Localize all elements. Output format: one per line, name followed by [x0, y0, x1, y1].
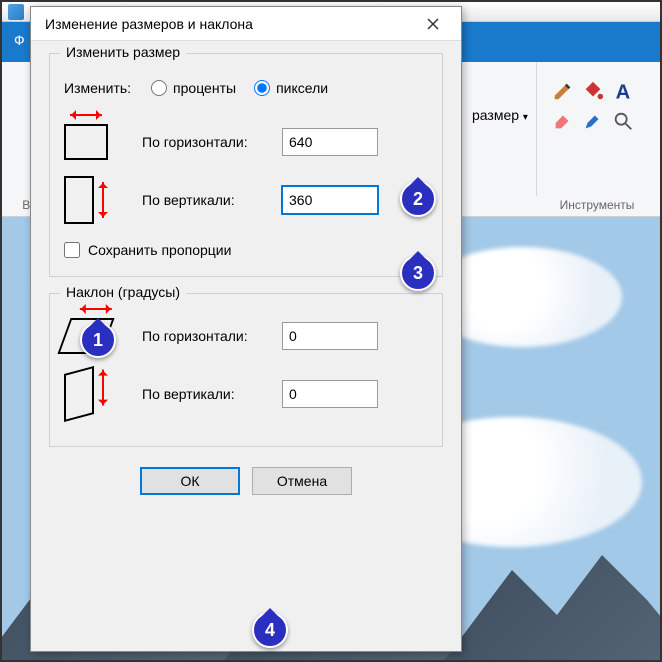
- vertical-input[interactable]: [282, 186, 378, 214]
- paint-app-icon: [8, 4, 24, 20]
- horizontal-label: По горизонтали:: [142, 133, 282, 151]
- eraser-icon[interactable]: [552, 110, 574, 132]
- callout-1: 1: [80, 322, 116, 358]
- callout-4: 4: [252, 612, 288, 648]
- horizontal-input[interactable]: [282, 128, 378, 156]
- keep-ratio-label: Сохранить пропорции: [88, 242, 231, 258]
- chevron-down-icon: ▾: [523, 112, 528, 123]
- cancel-button[interactable]: Отмена: [252, 467, 352, 495]
- callout-2: 2: [400, 181, 436, 217]
- skew-group-title: Наклон (градусы): [60, 284, 186, 300]
- vertical-label: По вертикали:: [142, 191, 282, 209]
- skew-vertical-icon: [64, 366, 94, 422]
- dialog-titlebar: Изменение размеров и наклона: [31, 7, 461, 41]
- resize-horizontal-icon: [64, 124, 108, 160]
- close-button[interactable]: [413, 10, 453, 38]
- tools-label: Инструменты: [542, 198, 652, 212]
- eyedropper-icon[interactable]: [582, 110, 604, 132]
- text-icon[interactable]: A: [612, 80, 634, 102]
- keep-ratio-checkbox[interactable]: [64, 242, 80, 258]
- radio-percent[interactable]: проценты: [151, 80, 236, 96]
- tools-group: A: [552, 80, 637, 132]
- resize-vertical-icon: [64, 176, 94, 224]
- resize-group-title: Изменить размер: [60, 44, 186, 60]
- skew-horizontal-label: По горизонтали:: [142, 327, 282, 345]
- resize-group: Изменить размер Изменить: проценты пиксе…: [49, 53, 443, 277]
- pencil-icon[interactable]: [552, 80, 574, 102]
- bucket-icon[interactable]: [582, 80, 604, 102]
- dialog-title: Изменение размеров и наклона: [45, 16, 413, 32]
- magnifier-icon[interactable]: [612, 110, 634, 132]
- radio-percent-input[interactable]: [151, 80, 167, 96]
- size-button[interactable]: размер ▾: [472, 107, 528, 123]
- svg-text:A: A: [616, 81, 631, 102]
- radio-pixels[interactable]: пиксели: [254, 80, 328, 96]
- close-icon: [427, 18, 439, 30]
- skew-group: Наклон (градусы) По горизонтали: По верт…: [49, 293, 443, 447]
- skew-vertical-label: По вертикали:: [142, 385, 282, 403]
- radio-pixels-input[interactable]: [254, 80, 270, 96]
- skew-vertical-input[interactable]: [282, 380, 378, 408]
- skew-horizontal-input[interactable]: [282, 322, 378, 350]
- ok-button[interactable]: ОК: [140, 467, 240, 495]
- callout-3: 3: [400, 255, 436, 291]
- resize-by-label: Изменить:: [64, 80, 131, 96]
